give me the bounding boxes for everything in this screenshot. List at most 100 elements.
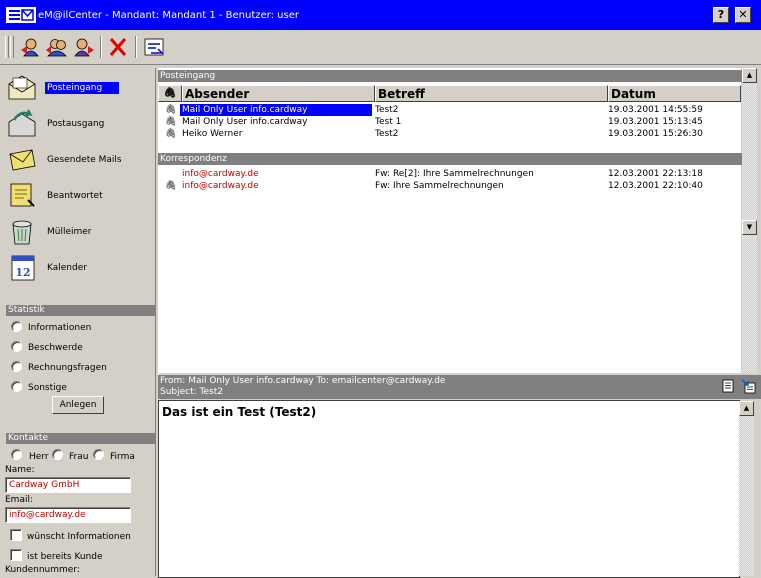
preview-subject: Subject: Test2 [160,387,223,397]
row-subject: Test2 [375,105,399,115]
row-sender: Mail Only User info.cardway [182,117,308,127]
row-subject: Fw: Ihre Sammelrechnungen [375,181,504,191]
radio-label: Rechnungsfragen [28,363,107,373]
toolbar-grip[interactable] [5,36,9,58]
inbox-icon [8,75,36,100]
table-row[interactable]: 🖇 Mail Only User info.cardway Test2 19.0… [158,104,741,116]
row-sender: info@cardway.de [182,169,259,179]
checkbox-label: wünscht Informationen [27,532,131,542]
row-subject: Test 1 [375,117,402,127]
scroll-up-arrow-icon[interactable]: ▲ [739,401,754,416]
calendar-icon: 12 [11,255,35,281]
folder-beantwortet[interactable]: Beantwortet [4,178,154,212]
row-date: 19.03.2001 15:26:30 [608,129,703,139]
table-row[interactable]: 🖇 Heiko Werner Test2 19.03.2001 15:26:30 [158,128,741,140]
radio-label: Sonstige [28,383,67,393]
reply-icon[interactable] [19,36,43,58]
name-label: Name: [5,465,35,475]
row-sender: Mail Only User info.cardway [180,104,372,116]
preview-from-to: From: Mail Only User info.cardway To: em… [160,376,446,386]
close-button[interactable]: ✕ [735,7,751,23]
radio-firma[interactable] [93,449,104,460]
table-row[interactable]: info@cardway.de Fw: Re[2]: Ihre Sammelre… [158,168,741,180]
radio-sonstige[interactable] [11,381,22,392]
window-title: eM@ilCenter - Mandant: Mandant 1 - Benut… [38,10,299,21]
checkbox-informationen[interactable] [10,529,22,541]
radio-label: Informationen [28,323,92,333]
statistik-heading: Statistik [6,305,156,316]
column-attachment[interactable]: 🖇 [158,85,182,102]
checkbox-kunde[interactable] [10,549,22,561]
name-field[interactable]: Cardway GmbH [5,477,131,493]
paperclip-icon: 🖇 [165,181,177,191]
radio-rechnungsfragen[interactable] [11,361,22,372]
preview-body[interactable]: Das ist ein Test (Test2) [158,400,740,578]
document-icon[interactable] [722,379,734,393]
anlegen-button[interactable]: Anlegen [52,396,104,414]
row-date: 12.03.2001 22:10:40 [608,181,703,191]
folder-label: Postausgang [47,119,105,129]
row-sender: Heiko Werner [182,129,243,139]
app-logo-icon [6,7,36,23]
calendar-day-number: 12 [15,266,30,279]
folder-label: Gesendete Mails [47,155,122,165]
reply-all-icon[interactable] [45,36,69,58]
folder-postausgang[interactable]: Postausgang [4,106,154,140]
paperclip-icon: 🖇 [165,105,177,115]
kundennummer-label: Kundennummer: [5,565,80,575]
row-date: 12.03.2001 22:13:18 [608,169,703,179]
answered-icon [10,183,35,207]
folder-gesendete-mails[interactable]: Gesendete Mails [4,142,154,176]
checkbox-label: ist bereits Kunde [27,552,103,562]
row-date: 19.03.2001 15:13:45 [608,117,703,127]
preview-scrollbar[interactable]: ▲ [739,401,754,576]
send-receive-icon[interactable] [142,36,166,58]
column-betreff[interactable]: Betreff [375,85,608,102]
row-date: 19.03.2001 14:55:59 [608,105,703,115]
message-list: Posteingang 🖇 Absender Betreff Datum 🖇 M… [158,68,742,373]
radio-frau[interactable] [52,449,63,460]
radio-label: Beschwerde [28,343,83,353]
radio-informationen[interactable] [11,321,22,332]
toolbar-grip[interactable] [10,36,14,58]
folder-kalender[interactable]: 12 Kalender [4,250,154,284]
delete-icon[interactable] [106,36,130,58]
title-bar: eM@ilCenter - Mandant: Mandant 1 - Benut… [0,0,761,30]
table-row[interactable]: 🖇 Mail Only User info.cardway Test 1 19.… [158,116,741,128]
help-button[interactable]: ? [713,7,729,23]
toolbar-separator [135,36,137,58]
folder-label: Beantwortet [47,191,103,201]
paperclip-icon: 🖇 [165,129,177,139]
radio-label: Frau [69,452,89,462]
group-header-posteingang: Posteingang [158,70,742,82]
column-absender[interactable]: Absender [182,85,375,102]
radio-herr[interactable] [11,449,22,460]
column-datum[interactable]: Datum [608,85,741,102]
toolbar-separator [100,36,102,58]
forward-icon[interactable] [71,36,95,58]
paperclip-icon: 🖇 [165,117,177,127]
kontakte-heading: Kontakte [6,433,156,444]
list-scrollbar[interactable]: ▲ ▼ [742,68,757,373]
attachment-download-icon[interactable] [740,378,756,394]
preview-header: From: Mail Only User info.cardway To: em… [158,375,761,399]
row-subject: Test2 [375,129,399,139]
message-body-text: Das ist ein Test (Test2) [162,405,317,419]
folder-muelleimer[interactable]: Mülleimer [4,214,154,248]
outbox-icon [8,109,36,137]
folder-label: Posteingang [45,82,119,94]
email-label: Email: [5,495,34,505]
radio-beschwerde[interactable] [11,341,22,352]
sent-mail-icon [9,149,36,171]
radio-label: Firma [110,452,135,462]
table-row[interactable]: 🖇 info@cardway.de Fw: Ihre Sammelrechnun… [158,180,741,192]
radio-label: Herr [29,452,49,462]
email-field[interactable]: info@cardway.de [5,507,131,523]
folder-label: Kalender [47,263,87,273]
row-sender: info@cardway.de [182,181,259,191]
toolbar [0,30,761,65]
folder-posteingang[interactable]: Posteingang [4,70,154,104]
scroll-down-arrow-icon[interactable]: ▼ [742,220,757,235]
left-panel: Posteingang Postausgang Gesendete Mails … [4,68,156,576]
scroll-up-arrow-icon[interactable]: ▲ [742,68,757,83]
